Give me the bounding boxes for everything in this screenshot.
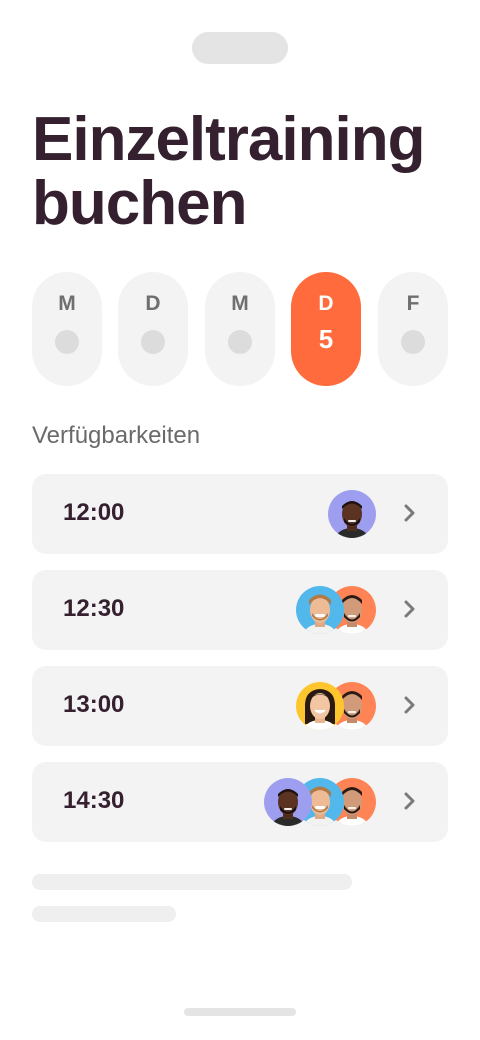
- availability-heading: Verfügbarkeiten: [32, 422, 201, 449]
- day-letter: M: [231, 292, 249, 315]
- page-title: Einzeltraining buchen: [32, 105, 425, 238]
- chevron-right-icon: [404, 792, 415, 810]
- home-indicator: [184, 1008, 296, 1016]
- day-friday[interactable]: F: [378, 272, 448, 386]
- chevron-right-icon: [404, 600, 415, 618]
- slot-time: 13:00: [63, 691, 125, 718]
- trainer-avatar: [264, 778, 312, 826]
- day-thursday-selected[interactable]: D 5: [291, 272, 361, 386]
- trainer-avatar: [296, 682, 344, 730]
- day-letter: D: [145, 292, 161, 315]
- day-tuesday[interactable]: D: [118, 272, 188, 386]
- day-placeholder-dot: [401, 330, 425, 354]
- slot-time: 14:30: [63, 787, 125, 814]
- day-wednesday[interactable]: M: [205, 272, 275, 386]
- skeleton-line: [32, 874, 352, 890]
- slot-row[interactable]: 12:00: [32, 474, 448, 554]
- device-notch: [192, 32, 288, 64]
- day-letter: F: [406, 292, 420, 315]
- day-selector: M D M D 5 F: [32, 272, 448, 386]
- day-monday[interactable]: M: [32, 272, 102, 386]
- day-placeholder-dot: [228, 330, 252, 354]
- slot-row[interactable]: 12:30: [32, 570, 448, 650]
- day-placeholder-dot: [141, 330, 165, 354]
- day-placeholder-dot: [55, 330, 79, 354]
- day-letter: M: [58, 292, 76, 315]
- trainer-avatar: [328, 490, 376, 538]
- slot-row[interactable]: 13:00: [32, 666, 448, 746]
- skeleton-line: [32, 906, 176, 922]
- slot-row[interactable]: 14:30: [32, 762, 448, 842]
- slot-time: 12:30: [63, 595, 125, 622]
- day-number: 5: [318, 324, 334, 354]
- chevron-right-icon: [404, 696, 415, 714]
- trainer-avatar: [296, 586, 344, 634]
- slot-time: 12:00: [63, 499, 125, 526]
- chevron-right-icon: [404, 504, 415, 522]
- day-letter: D: [318, 292, 334, 315]
